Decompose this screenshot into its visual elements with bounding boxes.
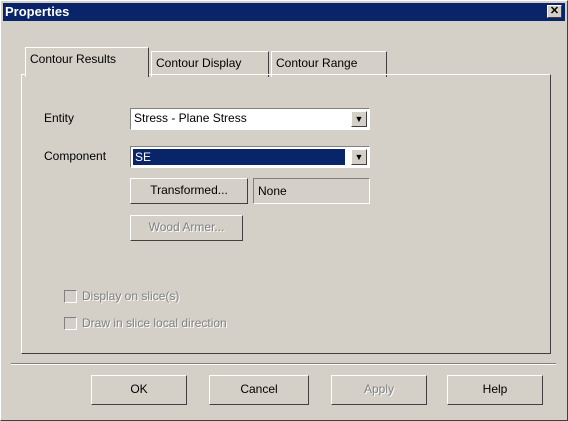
wood-armer-button-label: Wood Armer... — [148, 220, 225, 234]
tab-panel: Entity Stress - Plane Stress ▼ Component… — [21, 74, 551, 354]
transformed-value: None — [258, 184, 287, 198]
entity-value: Stress - Plane Stress — [134, 111, 247, 125]
chevron-down-icon: ▼ — [354, 152, 364, 162]
properties-dialog: Properties ✕ Contour Results Contour Dis… — [0, 0, 568, 421]
component-combo[interactable]: SE ▼ — [130, 146, 370, 168]
tab-label: Contour Results — [30, 52, 117, 66]
close-button[interactable]: ✕ — [547, 5, 562, 18]
help-label: Help — [482, 382, 508, 396]
transformed-button-label: Transformed... — [150, 183, 228, 197]
dialog-title: Properties — [5, 4, 70, 19]
wood-armer-button[interactable]: Wood Armer... — [130, 215, 243, 241]
display-on-slice-checkbox[interactable] — [64, 290, 77, 303]
apply-label: Apply — [363, 382, 395, 396]
ok-button[interactable]: OK — [91, 375, 187, 405]
entity-combo[interactable]: Stress - Plane Stress ▼ — [130, 108, 370, 130]
display-on-slice-label: Display on slice(s) — [82, 289, 180, 303]
draw-local-direction-checkbox[interactable] — [64, 317, 77, 330]
chevron-down-icon: ▼ — [354, 114, 364, 124]
cancel-label: Cancel — [240, 382, 278, 396]
cancel-button[interactable]: Cancel — [209, 375, 309, 405]
tab-label: Contour Display — [156, 56, 242, 70]
help-button[interactable]: Help — [447, 375, 543, 405]
apply-button[interactable]: Apply — [331, 375, 427, 405]
entity-label: Entity — [44, 111, 75, 125]
tab-contour-results[interactable]: Contour Results — [25, 47, 149, 77]
transformed-button[interactable]: Transformed... — [130, 178, 248, 204]
ok-label: OK — [130, 382, 148, 396]
close-icon: ✕ — [549, 5, 560, 17]
draw-local-direction-label: Draw in slice local direction — [82, 316, 227, 330]
component-value: SE — [133, 149, 345, 165]
tab-label: Contour Range — [276, 56, 358, 70]
entity-dropdown-button[interactable]: ▼ — [351, 111, 367, 127]
transformed-value-field: None — [253, 178, 370, 204]
title-bar[interactable]: Properties ✕ — [3, 3, 565, 21]
separator — [11, 363, 556, 365]
component-dropdown-button[interactable]: ▼ — [351, 149, 367, 165]
component-label: Component — [44, 149, 107, 163]
